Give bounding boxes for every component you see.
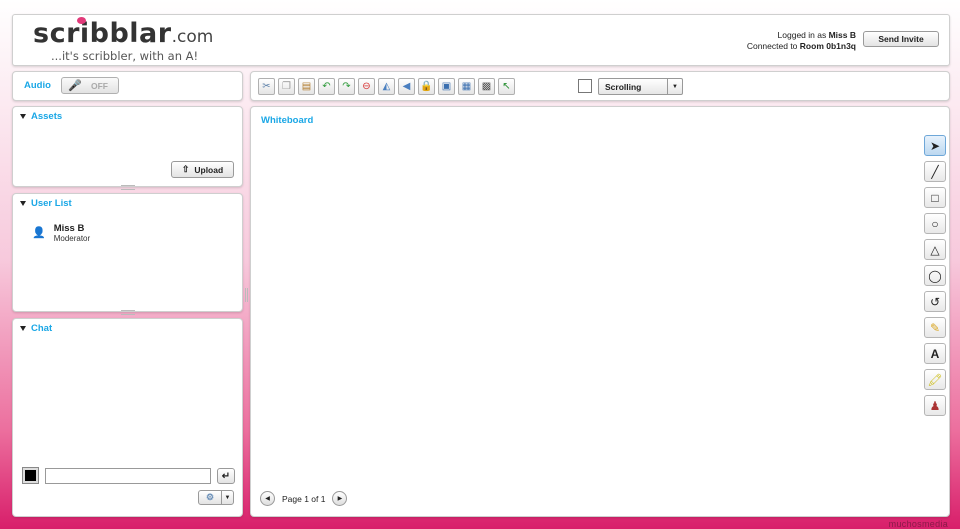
list-item[interactable]: 👤 Miss B Moderator bbox=[32, 223, 90, 244]
chat-header[interactable]: Chat bbox=[20, 323, 52, 334]
chat-send-button[interactable]: ↵ bbox=[217, 468, 235, 484]
resize-grip[interactable] bbox=[120, 185, 135, 190]
audio-toggle[interactable]: 🎤 OFF bbox=[61, 77, 119, 94]
line-tool-icon[interactable]: ╱ bbox=[924, 161, 946, 182]
copy-icon[interactable]: ❐ bbox=[278, 78, 295, 95]
logo: scribblar.com bbox=[33, 18, 214, 49]
chevron-down-icon: ▼ bbox=[224, 494, 231, 501]
panel-splitter[interactable] bbox=[245, 288, 248, 302]
select-tool-icon[interactable]: ➤ bbox=[924, 135, 946, 156]
logo-bubble-icon bbox=[77, 17, 86, 24]
scroll-mode-icon[interactable] bbox=[578, 79, 592, 93]
collapse-triangle-icon bbox=[20, 201, 26, 206]
collapse-triangle-icon bbox=[20, 114, 26, 119]
highlighter-tool-icon[interactable]: 🖍 bbox=[924, 369, 946, 390]
lock-icon[interactable]: 🔒 bbox=[418, 78, 435, 95]
assets-panel: Assets ⇧ Upload bbox=[12, 106, 243, 190]
gear-icon: ⚙ bbox=[199, 491, 222, 504]
pencil-tool-icon[interactable]: ✎ bbox=[924, 317, 946, 338]
previous-page-button[interactable]: ◀ bbox=[260, 491, 275, 506]
user-list-header[interactable]: User List bbox=[20, 198, 72, 209]
redo-icon[interactable]: ↷ bbox=[338, 78, 355, 95]
export-icon[interactable]: ▦ bbox=[458, 78, 475, 95]
snapshot-icon[interactable]: ▩ bbox=[478, 78, 495, 95]
whiteboard-toolbar: ✂ ❐ ▤ ↶ ↷ ⊖ ◭ ◀ 🔒 ▣ ▦ ▩ ↖ Scrolling ▼ bbox=[250, 71, 950, 101]
audio-panel: Audio 🎤 OFF bbox=[12, 71, 243, 101]
tagline: ...it's scribbler, with an A! bbox=[51, 49, 199, 63]
flip-icon[interactable]: ◭ bbox=[378, 78, 395, 95]
back-icon[interactable]: ◀ bbox=[398, 78, 415, 95]
chat-color-picker[interactable] bbox=[22, 467, 39, 484]
room-name: Room 0b1n3q bbox=[799, 41, 856, 51]
rectangle-tool-icon[interactable]: □ bbox=[924, 187, 946, 208]
user-list-panel: User List 👤 Miss B Moderator bbox=[12, 193, 243, 315]
whiteboard-title: Whiteboard bbox=[261, 115, 314, 126]
paste-icon[interactable]: ▤ bbox=[298, 78, 315, 95]
drawing-tools: ➤ ╱ □ ○ △ ◯ ↺ ✎ A 🖍 ♟ bbox=[924, 135, 946, 416]
stamp-tool-icon[interactable]: ♟ bbox=[924, 395, 946, 416]
send-invite-button[interactable]: Send Invite bbox=[863, 31, 939, 47]
import-icon[interactable]: ▣ bbox=[438, 78, 455, 95]
user-name: Miss B bbox=[53, 223, 85, 234]
user-icon: 👤 bbox=[32, 227, 46, 239]
app-header: scribblar.com ...it's scribbler, with an… bbox=[12, 14, 950, 66]
whiteboard-canvas[interactable]: Whiteboard ➤ ╱ □ ○ △ ◯ ↺ ✎ A 🖍 ♟ ◀ Page … bbox=[250, 106, 950, 517]
arc-tool-icon[interactable]: ↺ bbox=[924, 291, 946, 312]
text-tool-icon[interactable]: A bbox=[924, 343, 946, 364]
chat-panel: Chat ↵ ⚙ ▼ bbox=[12, 318, 243, 517]
undo-icon[interactable]: ↶ bbox=[318, 78, 335, 95]
upload-button[interactable]: ⇧ Upload bbox=[171, 161, 234, 178]
resize-grip[interactable] bbox=[120, 310, 135, 315]
chat-input[interactable] bbox=[45, 468, 211, 484]
chat-settings-dropdown[interactable]: ⚙ ▼ bbox=[198, 490, 234, 505]
footer-brand: muchosmedia bbox=[888, 519, 948, 529]
pointer-icon[interactable]: ↖ bbox=[498, 78, 515, 95]
assets-header[interactable]: Assets bbox=[20, 111, 62, 122]
upload-arrow-icon: ⇧ bbox=[181, 164, 190, 174]
audio-label: Audio bbox=[24, 80, 51, 91]
triangle-tool-icon[interactable]: △ bbox=[924, 239, 946, 260]
cut-icon[interactable]: ✂ bbox=[258, 78, 275, 95]
circle-tool-icon[interactable]: ○ bbox=[924, 213, 946, 234]
scroll-mode-select[interactable]: Scrolling ▼ bbox=[598, 78, 683, 95]
chevron-down-icon: ▼ bbox=[667, 79, 682, 94]
login-info: Logged in as Miss B Connected to Room 0b… bbox=[746, 30, 856, 51]
collapse-triangle-icon bbox=[20, 326, 26, 331]
user-role: Moderator bbox=[53, 234, 91, 243]
enter-icon: ↵ bbox=[221, 470, 231, 482]
page-indicator: Page 1 of 1 bbox=[282, 493, 326, 504]
delete-icon[interactable]: ⊖ bbox=[358, 78, 375, 95]
page-navigator: ◀ Page 1 of 1 ▶ bbox=[260, 491, 348, 506]
ellipse-tool-icon[interactable]: ◯ bbox=[924, 265, 946, 286]
logged-in-user: Miss B bbox=[828, 30, 856, 40]
microphone-icon: 🎤 bbox=[68, 80, 82, 92]
next-page-button[interactable]: ▶ bbox=[332, 491, 348, 506]
